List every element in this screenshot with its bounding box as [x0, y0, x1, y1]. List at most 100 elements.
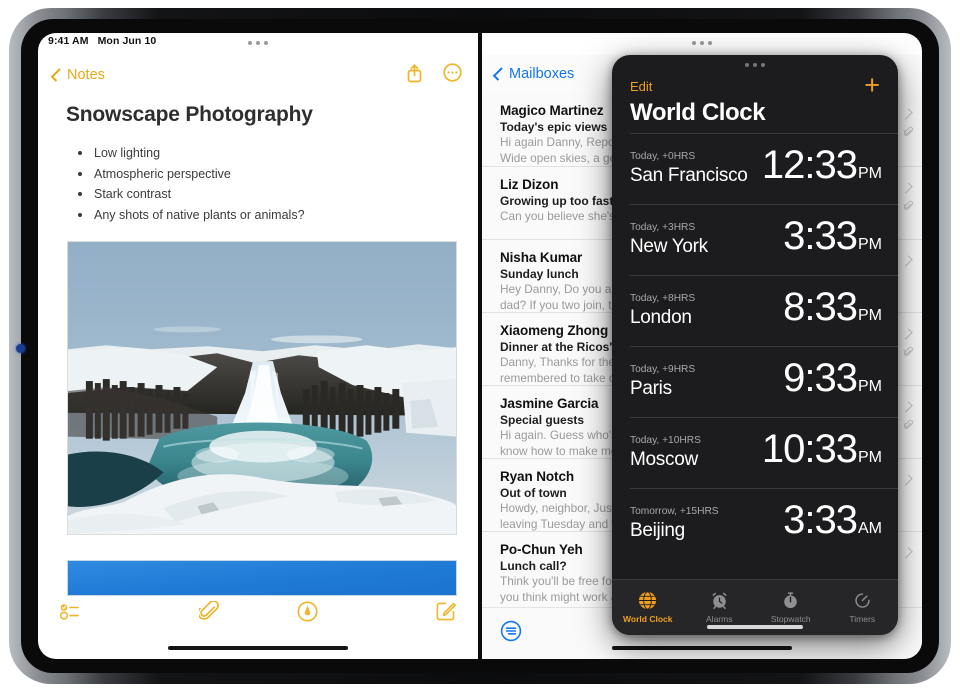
clock-ampm: PM — [858, 448, 882, 466]
clock-title: World Clock — [630, 99, 766, 126]
clock-ampm: PM — [858, 306, 882, 324]
status-date: Mon Jun 10 — [97, 35, 157, 47]
paperclip-icon — [903, 125, 914, 143]
tab-label: Alarms — [706, 614, 733, 624]
clock-city: San Francisco — [630, 165, 748, 186]
clock-list-item[interactable]: Today, +8HRS London 8:33 PM — [630, 275, 898, 346]
clock-offset: Today, +8HRS — [630, 293, 696, 304]
clock-time: 12:33 PM — [762, 144, 882, 195]
home-indicator-clock — [707, 625, 803, 629]
paperclip-icon[interactable] — [159, 600, 258, 622]
note-bullet-list: Low lighting Atmospheric perspective Sta… — [38, 127, 478, 225]
markup-icon[interactable] — [258, 601, 357, 622]
home-indicator-left — [168, 646, 348, 650]
note-bullet: Atmospheric perspective — [78, 164, 478, 185]
note-content: Snowscape Photography Low lighting Atmos… — [38, 95, 478, 225]
clock-item-info: Tomorrow, +15HRS Beijing — [630, 505, 719, 543]
world-clock-slideover: Edit + World Clock Today, +0HRS San Fran… — [612, 55, 898, 635]
chevron-right-icon — [901, 108, 913, 120]
status-time: 9:41 AM — [48, 35, 89, 47]
chevron-left-icon — [492, 67, 507, 81]
chevron-right-icon — [901, 328, 913, 340]
chevron-right-icon — [901, 255, 913, 267]
tab-world-clock[interactable]: World Clock — [612, 591, 684, 624]
globe-icon — [638, 591, 657, 612]
clock-time-value: 3:33 — [783, 497, 858, 542]
notes-window-grabber[interactable] — [248, 41, 268, 45]
notes-back-button[interactable]: Notes — [50, 67, 105, 83]
tab-alarms[interactable]: Alarms — [684, 591, 756, 624]
notes-pane: 9:41 AM Mon Jun 10 Notes Snowscape Photo… — [38, 33, 478, 659]
clock-list: Today, +0HRS San Francisco 12:33 PM Today… — [612, 127, 898, 579]
clock-list-item[interactable]: Tomorrow, +15HRS Beijing 3:33 AM — [630, 488, 898, 559]
clock-ampm: AM — [858, 519, 882, 537]
filter-icon[interactable] — [500, 620, 522, 647]
tab-timers[interactable]: Timers — [827, 591, 899, 624]
mailboxes-back-button[interactable]: Mailboxes — [492, 66, 575, 82]
stopwatch-icon — [781, 591, 800, 612]
clock-item-info: Today, +9HRS Paris — [630, 363, 695, 401]
clock-list-item[interactable]: Today, +3HRS New York 3:33 PM — [630, 204, 898, 275]
share-icon[interactable] — [406, 63, 423, 88]
chevron-right-icon — [901, 547, 913, 559]
clock-offset: Today, +9HRS — [630, 364, 696, 375]
clock-city: Moscow — [630, 449, 698, 470]
clock-time: 8:33 PM — [783, 286, 882, 337]
paperclip-icon — [903, 418, 914, 436]
paperclip-icon — [903, 199, 914, 217]
chevron-left-icon — [50, 68, 65, 82]
clock-time-value: 10:33 — [761, 426, 858, 471]
notes-toolbar — [38, 589, 478, 633]
home-indicator-right — [612, 646, 792, 650]
clock-city: New York — [630, 236, 708, 257]
paperclip-icon — [903, 345, 914, 363]
screen: 9:41 AM Mon Jun 10 Notes Snowscape Photo… — [38, 33, 922, 659]
clock-edit-button[interactable]: Edit — [630, 79, 652, 94]
more-circle-icon[interactable] — [443, 63, 462, 87]
tab-label: World Clock — [623, 614, 673, 624]
clock-window-grabber[interactable] — [745, 63, 765, 67]
clock-city: Beijing — [630, 520, 685, 541]
clock-time-value: 3:33 — [783, 213, 858, 258]
clock-item-info: Today, +3HRS New York — [630, 221, 708, 259]
clock-offset: Today, +10HRS — [630, 435, 701, 446]
clock-offset: Today, +3HRS — [630, 222, 696, 233]
clock-time-value: 8:33 — [783, 284, 858, 329]
clock-offset: Tomorrow, +15HRS — [630, 506, 719, 517]
clock-city: London — [630, 307, 692, 328]
mail-window-grabber[interactable] — [692, 41, 712, 45]
clock-time-value: 12:33 — [761, 142, 858, 187]
clock-ampm: PM — [858, 164, 882, 182]
alarm-icon — [710, 591, 729, 612]
chevron-right-icon — [901, 474, 913, 486]
clock-offset: Today, +0HRS — [630, 151, 696, 162]
notes-navigation-bar: Notes — [38, 55, 478, 95]
add-clock-button[interactable]: + — [864, 72, 880, 99]
status-bar-left: 9:41 AM Mon Jun 10 — [48, 35, 156, 47]
chevron-right-icon — [901, 182, 913, 194]
clock-item-info: Today, +8HRS London — [630, 292, 695, 330]
clock-time: 9:33 PM — [783, 357, 882, 408]
note-photo[interactable] — [67, 241, 457, 535]
clock-city: Paris — [630, 378, 672, 399]
checklist-icon[interactable] — [38, 603, 159, 620]
clock-time: 3:33 PM — [783, 215, 882, 266]
chevron-right-icon — [901, 401, 913, 413]
mailboxes-back-label: Mailboxes — [509, 66, 575, 82]
clock-list-item[interactable]: Today, +9HRS Paris 9:33 PM — [630, 346, 898, 417]
clock-time: 10:33 PM — [762, 428, 882, 479]
compose-icon[interactable] — [357, 601, 478, 621]
note-bullet: Stark contrast — [78, 184, 478, 205]
device-side-indicator — [16, 344, 25, 353]
notes-back-label: Notes — [67, 67, 105, 83]
tab-stopwatch[interactable]: Stopwatch — [755, 591, 827, 624]
clock-ampm: PM — [858, 377, 882, 395]
note-bullet: Low lighting — [78, 143, 478, 164]
tab-label: Stopwatch — [770, 614, 811, 624]
split-view-divider[interactable] — [478, 33, 482, 659]
clock-time-value: 9:33 — [783, 355, 858, 400]
ipad-device: 9:41 AM Mon Jun 10 Notes Snowscape Photo… — [0, 0, 960, 692]
clock-ampm: PM — [858, 235, 882, 253]
clock-list-item[interactable]: Today, +10HRS Moscow 10:33 PM — [630, 417, 898, 488]
clock-list-item[interactable]: Today, +0HRS San Francisco 12:33 PM — [630, 133, 898, 204]
